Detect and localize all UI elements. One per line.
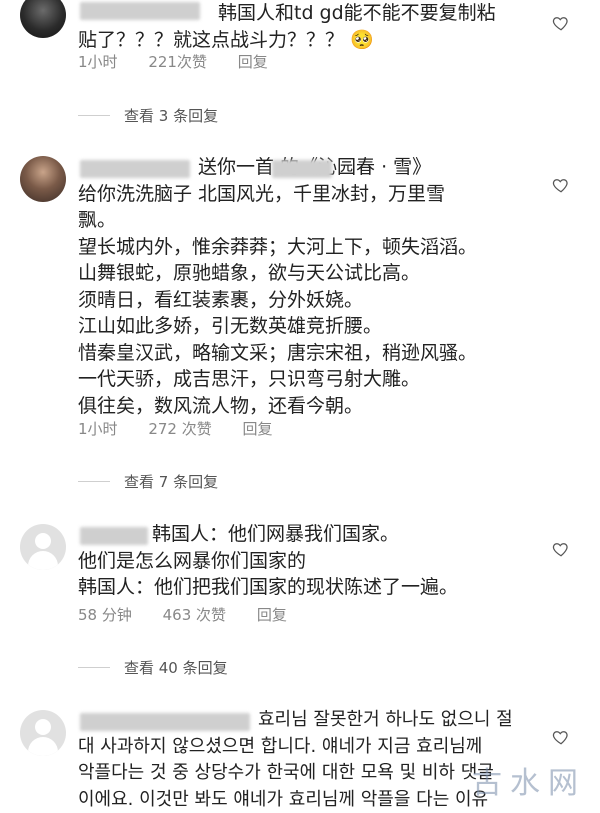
comment-line: 惜秦皇汉武，略输文采；唐宗宋祖，稍逊风骚。 <box>78 340 548 367</box>
timestamp: 1小时 <box>78 420 118 438</box>
avatar[interactable] <box>20 524 66 570</box>
comment-meta: 1小时 272 次赞 回复 <box>78 418 299 439</box>
view-replies-label[interactable]: 查看 3 条回复 <box>124 105 218 126</box>
comment-line: 山舞银蛇，原驰蜡象，欲与天公试比高。 <box>78 260 548 287</box>
timestamp: 1小时 <box>78 53 118 71</box>
heart-icon[interactable] <box>552 540 570 558</box>
like-count[interactable]: 463 次赞 <box>163 606 226 624</box>
comment-line: 韩国人：他们网暴我们国家。 <box>78 521 548 548</box>
reply-button[interactable]: 回复 <box>257 606 287 624</box>
comment-line: 飘。 <box>78 207 548 234</box>
comment-line: 望长城内外，惟余莽莽；大河上下，顿失滔滔。 <box>78 234 548 261</box>
comment-line: 효리님 잘못한거 하나도 없으니 절 <box>78 707 548 734</box>
comment-line: 韩国人：他们把我们国家的现状陈述了一遍。 <box>78 574 548 601</box>
reply-button[interactable]: 回复 <box>238 53 268 71</box>
avatar[interactable] <box>20 710 66 756</box>
comment-text: 韩国人：他们网暴我们国家。 他们是怎么网暴你们国家的 韩国人：他们把我们国家的现… <box>78 521 548 601</box>
comment-line: 须晴日，看红装素裹，分外妖娆。 <box>78 287 548 314</box>
comment-line: 韩国人和td gd能不能不要复制粘 <box>78 0 548 27</box>
view-replies-label[interactable]: 查看 7 条回复 <box>124 471 218 492</box>
view-replies-link[interactable]: 查看 40 条回复 <box>78 657 228 678</box>
reply-button[interactable]: 回复 <box>243 420 273 438</box>
comment-line: 给你洗洗脑子 北国风光，千里冰封，万里雪 <box>78 181 548 208</box>
comment-line: 贴了？？？就这点战斗力？？？ 🥺 <box>78 27 548 54</box>
divider <box>78 115 110 116</box>
comment-meta: 58 分钟 463 次赞 回复 <box>78 604 313 625</box>
like-count[interactable]: 272 次赞 <box>148 420 211 438</box>
comment-meta: 1小时 221次赞 回复 <box>78 51 294 72</box>
comment-line: 江山如此多娇，引无数英雄竞折腰。 <box>78 313 548 340</box>
view-replies-link[interactable]: 查看 3 条回复 <box>78 105 218 126</box>
like-count[interactable]: 221次赞 <box>148 53 207 71</box>
divider <box>78 481 110 482</box>
view-replies-label[interactable]: 查看 40 条回复 <box>124 657 228 678</box>
divider <box>78 667 110 668</box>
comment-text: 送你一首 的《沁园春 · 雪》 给你洗洗脑子 北国风光，千里冰封，万里雪 飘。 … <box>78 154 548 419</box>
heart-icon[interactable] <box>552 728 570 746</box>
heart-icon[interactable] <box>552 176 570 194</box>
comment-line: 一代天骄，成吉思汗，只识弯弓射大雕。 <box>78 366 548 393</box>
avatar[interactable] <box>20 0 66 38</box>
comment-text: 韩国人和td gd能不能不要复制粘 贴了？？？就这点战斗力？？？ 🥺 <box>78 0 548 53</box>
heart-icon[interactable] <box>552 14 570 32</box>
timestamp: 58 分钟 <box>78 606 132 624</box>
comment-line: 대 사과하지 않으셨으면 합니다. 얘네가 지금 효리님께 <box>78 734 548 761</box>
view-replies-link[interactable]: 查看 7 条回复 <box>78 471 218 492</box>
site-watermark: 古水网 <box>472 758 586 802</box>
comment-line: 他们是怎么网暴你们国家的 <box>78 548 548 575</box>
name-censor-blur <box>272 160 332 178</box>
avatar[interactable] <box>20 156 66 202</box>
comment-line: 俱往矣，数风流人物，还看今朝。 <box>78 393 548 420</box>
